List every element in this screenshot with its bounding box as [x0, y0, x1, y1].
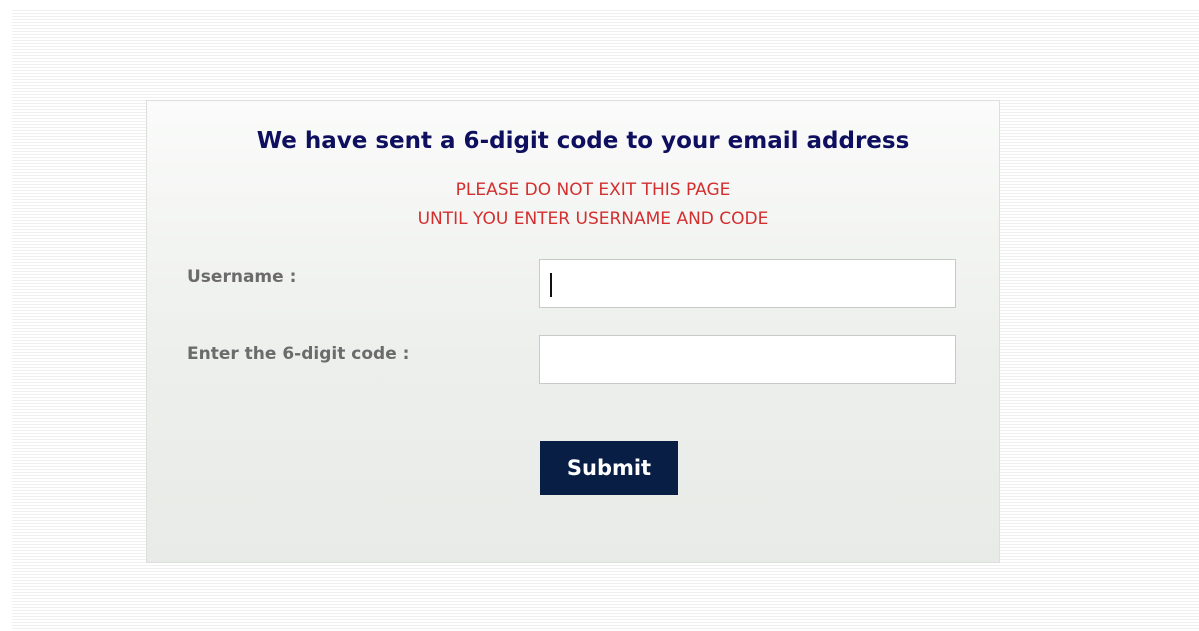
username-input[interactable] — [539, 259, 956, 308]
code-input[interactable] — [539, 335, 956, 384]
username-label: Username : — [187, 267, 297, 287]
text-caret — [550, 273, 552, 297]
submit-button[interactable]: Submit — [540, 441, 678, 495]
code-label: Enter the 6-digit code : — [187, 344, 410, 364]
verification-panel: We have sent a 6-digit code to your emai… — [146, 100, 1000, 563]
warning-line-1: PLEASE DO NOT EXIT THIS PAGE — [455, 180, 731, 200]
panel-heading: We have sent a 6-digit code to your emai… — [256, 128, 910, 154]
warning-line-2: UNTIL YOU ENTER USERNAME AND CODE — [417, 209, 769, 229]
